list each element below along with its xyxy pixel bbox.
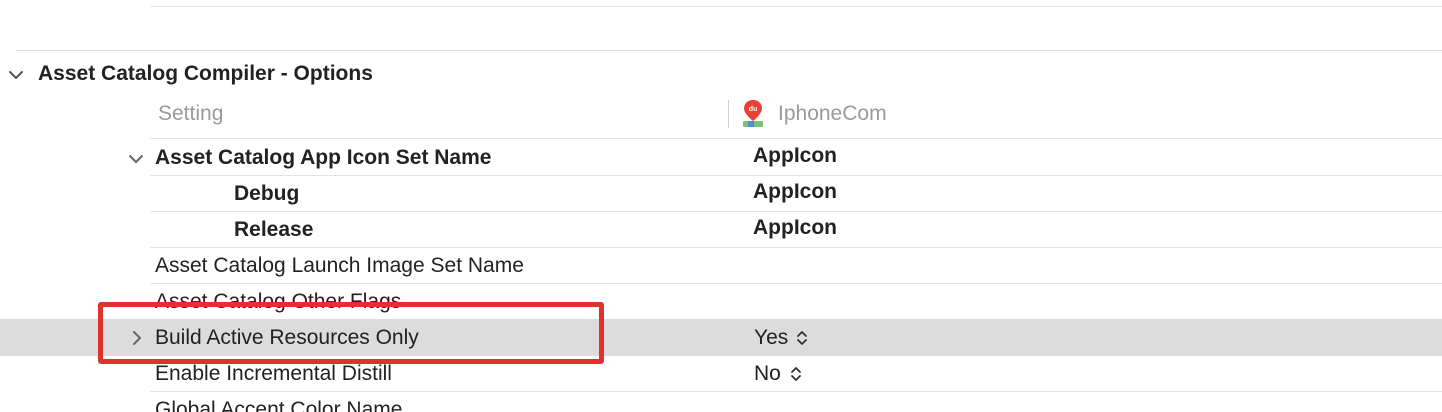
- setting-row-value[interactable]: AppIcon: [753, 214, 837, 242]
- up-down-arrows-icon[interactable]: [796, 329, 808, 347]
- up-down-arrows-icon[interactable]: [790, 365, 802, 383]
- section-divider: [16, 50, 1442, 51]
- section-title: Asset Catalog Compiler - Options: [38, 62, 373, 85]
- row-divider: [150, 138, 1442, 139]
- chevron-down-icon[interactable]: [127, 150, 145, 168]
- setting-row-label[interactable]: Global Accent Color Name: [155, 396, 402, 412]
- setting-row-label[interactable]: Asset Catalog Launch Image Set Name: [155, 252, 524, 280]
- setting-column-header: Setting: [158, 102, 224, 125]
- row-divider: [150, 247, 1442, 248]
- setting-row-value[interactable]: AppIcon: [753, 142, 837, 170]
- setting-row-value[interactable]: No: [754, 360, 781, 388]
- annotation-highlight-box: [98, 302, 604, 364]
- row-divider: [150, 391, 1442, 392]
- setting-row-label[interactable]: Debug: [234, 180, 299, 208]
- setting-row-label[interactable]: Release: [234, 216, 313, 244]
- setting-row-value[interactable]: AppIcon: [753, 178, 837, 206]
- setting-row-label[interactable]: Asset Catalog App Icon Set Name: [155, 144, 491, 172]
- column-divider: [728, 100, 729, 128]
- setting-row-value[interactable]: Yes: [754, 324, 788, 352]
- build-settings-panel: Asset Catalog Compiler - Options Setting…: [0, 0, 1442, 412]
- target-column-header[interactable]: IphoneCom: [778, 100, 887, 128]
- row-divider: [150, 6, 1442, 7]
- row-divider: [150, 175, 1442, 176]
- setting-row-label[interactable]: Enable Incremental Distill: [155, 360, 392, 388]
- row-divider: [150, 283, 1442, 284]
- row-divider: [150, 211, 1442, 212]
- app-icon-label: du: [749, 106, 758, 113]
- chevron-down-icon[interactable]: [7, 66, 25, 84]
- map-pin-app-icon: du: [740, 99, 766, 129]
